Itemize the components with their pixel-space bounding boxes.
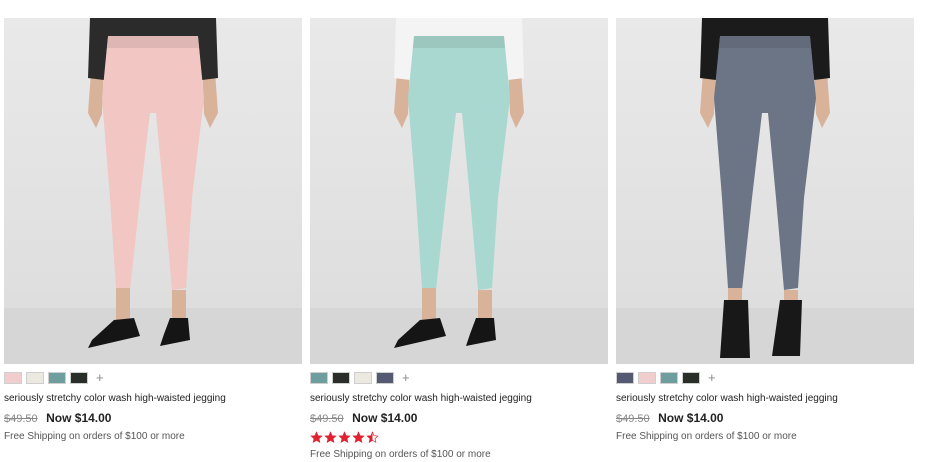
color-swatch[interactable] [682,372,700,384]
price: $49.50 Now $14.00 [310,410,608,426]
star-icon [366,430,379,443]
product-image[interactable] [4,18,302,364]
price: $49.50 Now $14.00 [616,410,914,426]
color-swatch[interactable] [70,372,88,384]
product-card[interactable]: + seriously stretchy color wash high-wai… [310,18,608,462]
shipping-note: Free Shipping on orders of $100 or more [4,431,185,442]
original-price: $49.50 [4,413,38,425]
color-swatch[interactable] [4,372,22,384]
model-illustration [4,18,302,364]
more-colors-icon[interactable]: + [402,371,410,384]
shipping-note: Free Shipping on orders of $100 or more [310,449,491,460]
product-title[interactable]: seriously stretchy color wash high-waist… [310,392,608,406]
color-swatch[interactable] [616,372,634,384]
star-icon [324,430,337,443]
product-card[interactable]: + seriously stretchy color wash high-wai… [4,18,302,444]
product-image[interactable] [616,18,914,364]
star-icon [338,430,351,443]
sale-price: Now $14.00 [658,411,724,425]
star-icon [352,430,365,443]
shipping-note: Free Shipping on orders of $100 or more [616,431,797,442]
product-card[interactable]: + seriously stretchy color wash high-wai… [616,18,914,444]
model-illustration [616,18,914,364]
color-swatch[interactable] [660,372,678,384]
original-price: $49.50 [616,413,650,425]
star-rating[interactable] [310,430,608,444]
product-image[interactable] [310,18,608,364]
price: $49.50 Now $14.00 [4,410,302,426]
star-icon [310,430,323,443]
color-swatches: + [4,371,302,385]
original-price: $49.50 [310,413,344,425]
model-illustration [310,18,608,364]
color-swatch[interactable] [376,372,394,384]
color-swatches: + [310,371,608,385]
sale-price: Now $14.00 [352,411,418,425]
color-swatch[interactable] [310,372,328,384]
sale-price: Now $14.00 [46,411,112,425]
color-swatch[interactable] [638,372,656,384]
color-swatch[interactable] [26,372,44,384]
more-colors-icon[interactable]: + [96,371,104,384]
color-swatch[interactable] [332,372,350,384]
more-colors-icon[interactable]: + [708,371,716,384]
color-swatch[interactable] [48,372,66,384]
color-swatch[interactable] [354,372,372,384]
color-swatches: + [616,371,914,385]
product-title[interactable]: seriously stretchy color wash high-waist… [616,392,914,406]
product-title[interactable]: seriously stretchy color wash high-waist… [4,392,302,406]
